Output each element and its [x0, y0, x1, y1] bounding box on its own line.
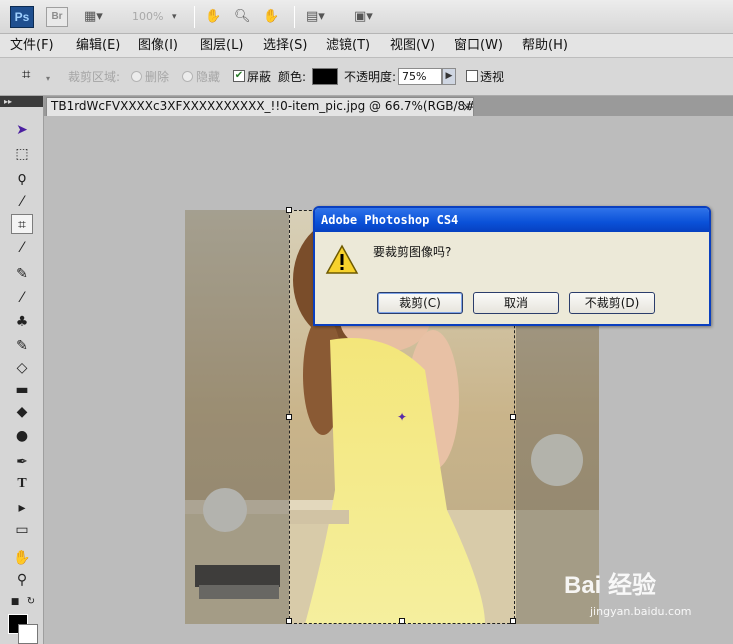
close-icon[interactable]: ×	[462, 100, 472, 114]
application-bar: Ps Br ▦▾ 100% ▾ ✋ 🔍︎ ✋ ▤▾ ▣▾	[0, 0, 733, 34]
menu-view[interactable]: 视图(V)	[390, 38, 435, 54]
shield-color-swatch[interactable]	[312, 68, 338, 85]
hand-icon[interactable]: ✋	[205, 8, 221, 26]
zoom-icon[interactable]: 🔍︎	[234, 8, 251, 26]
chevron-down-icon[interactable]: ▾	[46, 72, 50, 86]
eyedropper-tool-icon[interactable]: ⁄	[11, 238, 33, 258]
hide-radio[interactable]	[182, 71, 193, 82]
gradient-tool-icon[interactable]: ▬	[11, 380, 33, 400]
shape-tool-icon[interactable]: ▭	[11, 520, 33, 540]
crop-handle-bottom-right[interactable]	[510, 618, 516, 624]
dialog-message: 要裁剪图像吗?	[373, 245, 452, 259]
magic-wand-tool-icon[interactable]: ⁄	[11, 192, 33, 212]
menu-edit[interactable]: 编辑(E)	[76, 38, 120, 54]
arrange-documents-icon[interactable]: ▤▾	[306, 8, 325, 26]
watermark-brand: Bai 经验	[564, 572, 657, 599]
watermark: Bai 经验 jingyan.baidu.com	[564, 571, 733, 644]
crop-shield-left	[185, 210, 289, 624]
menu-bar: 文件(F) 编辑(E) 图像(I) 图层(L) 选择(S) 滤镜(T) 视图(V…	[0, 34, 733, 58]
screen-mode-icon[interactable]: ▦▾	[84, 8, 103, 26]
document-tab-bar: TB1rdWcFVXXXXc3XFXXXXXXXXXX_!!0-item_pic…	[44, 96, 733, 116]
opacity-input[interactable]: 75%	[398, 68, 442, 85]
menu-layer[interactable]: 图层(L)	[200, 38, 243, 54]
marquee-tool-icon[interactable]: ⬚	[11, 144, 33, 164]
opacity-slider-arrow-icon[interactable]: ▶	[442, 68, 456, 85]
crop-button[interactable]: 裁剪(C)	[377, 292, 463, 314]
menu-select[interactable]: 选择(S)	[263, 38, 307, 54]
background-color-swatch[interactable]	[18, 624, 38, 644]
color-label: 颜色:	[278, 70, 307, 84]
crop-area-label: 裁剪区域:	[68, 70, 121, 84]
rotate-view-icon[interactable]: ✋	[263, 8, 279, 26]
menu-image[interactable]: 图像(I)	[138, 38, 178, 54]
watermark-url: jingyan.baidu.com	[590, 605, 692, 618]
document-tab-title: TB1rdWcFVXXXXc3XFXXXXXXXXXX_!!0-item_pic…	[51, 99, 474, 113]
shield-checkbox[interactable]: ✔	[233, 70, 245, 82]
panel-collapse-icon[interactable]: ▸▸	[0, 96, 43, 107]
zoom-tool-icon[interactable]: ⚲	[11, 570, 33, 590]
canvas-area[interactable]: ✦ Bai 经验 jingyan.baidu.com	[44, 116, 733, 644]
crop-tool-icon[interactable]: ⌗	[11, 214, 33, 234]
lasso-tool-icon[interactable]: ϙ	[11, 168, 33, 188]
type-tool-icon[interactable]: T	[11, 474, 33, 494]
delete-radio[interactable]	[131, 71, 142, 82]
dialog-title-bar[interactable]: Adobe Photoshop CS4	[315, 208, 709, 232]
dodge-tool-icon[interactable]: ●	[11, 426, 33, 446]
warning-icon	[325, 244, 359, 276]
dialog-title: Adobe Photoshop CS4	[321, 213, 459, 227]
crop-handle-left[interactable]	[286, 414, 292, 420]
pen-tool-icon[interactable]: ✒	[11, 452, 33, 472]
blur-tool-icon[interactable]: ◆	[11, 402, 33, 422]
crop-handle-top-left[interactable]	[286, 207, 292, 213]
crop-handle-bottom[interactable]	[399, 618, 405, 624]
separator	[294, 6, 295, 28]
perspective-label: 透视	[480, 70, 505, 84]
separator	[194, 6, 195, 28]
delete-label: 删除	[145, 70, 170, 84]
hide-label: 隐藏	[196, 70, 221, 84]
cancel-button[interactable]: 取消	[473, 292, 559, 314]
tools-panel: ▸▸ ➤ ⬚ ϙ ⁄ ⌗ ⁄ ✎ ⁄ ♣ ✎ ◇ ▬ ◆ ● ✒ T ▸ ▭ ✋…	[0, 96, 44, 644]
eraser-tool-icon[interactable]: ◇	[11, 358, 33, 378]
swap-colors-icon[interactable]: ↻	[20, 592, 42, 612]
healing-brush-tool-icon[interactable]: ✎	[11, 264, 33, 284]
crop-tool-preset-icon[interactable]: ⌗	[22, 67, 30, 82]
menu-file[interactable]: 文件(F)	[10, 38, 54, 54]
zoom-dropdown-icon[interactable]: ▾	[172, 8, 177, 26]
brush-tool-icon[interactable]: ⁄	[11, 288, 33, 308]
opacity-label: 不透明度:	[344, 70, 397, 84]
document-tab[interactable]: TB1rdWcFVXXXXc3XFXXXXXXXXXX_!!0-item_pic…	[46, 97, 474, 116]
move-tool-icon[interactable]: ➤	[11, 120, 33, 140]
menu-filter[interactable]: 滤镜(T)	[326, 38, 370, 54]
dont-crop-button[interactable]: 不裁剪(D)	[569, 292, 655, 314]
path-selection-tool-icon[interactable]: ▸	[11, 498, 33, 518]
crop-handle-bottom-left[interactable]	[286, 618, 292, 624]
menu-window[interactable]: 窗口(W)	[454, 38, 503, 54]
menu-help[interactable]: 帮助(H)	[522, 38, 568, 54]
crop-handle-right[interactable]	[510, 414, 516, 420]
perspective-checkbox[interactable]	[466, 70, 478, 82]
screen-mode-toggle-icon[interactable]: ▣▾	[354, 8, 373, 26]
crop-confirm-dialog: Adobe Photoshop CS4 要裁剪图像吗? 裁剪(C) 取消 不裁剪…	[313, 206, 711, 326]
history-brush-tool-icon[interactable]: ✎	[11, 336, 33, 356]
options-bar: ⌗ ▾ 裁剪区域: 删除 隐藏 ✔ 屏蔽 颜色: 不透明度: 75% ▶ 透视	[0, 58, 733, 96]
crop-center-crosshair-icon[interactable]: ✦	[396, 411, 408, 423]
hand-tool-icon[interactable]: ✋	[11, 548, 33, 568]
clone-stamp-tool-icon[interactable]: ♣	[11, 312, 33, 332]
bridge-launch-button[interactable]: Br	[46, 7, 68, 27]
shield-label: 屏蔽	[247, 70, 272, 84]
photoshop-logo: Ps	[10, 6, 34, 28]
